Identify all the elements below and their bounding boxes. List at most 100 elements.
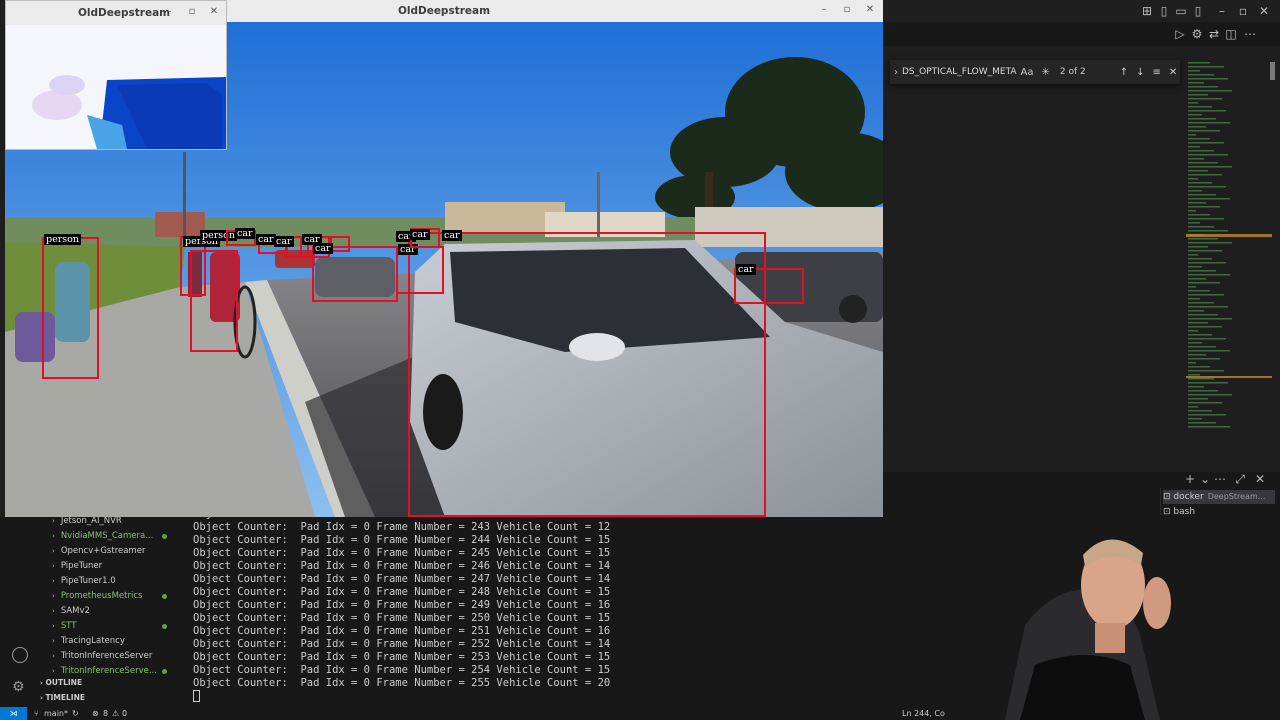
- explorer-folder-item[interactable]: › TritonInferenceServer: [52, 649, 152, 664]
- terminal-line: Object Counter: Pad Idx = 0 Frame Number…: [193, 547, 611, 559]
- explorer-folder-label: PipeTuner: [60, 561, 103, 571]
- terminal-line: Object Counter: Pad Idx = 0 Frame Number…: [193, 625, 611, 637]
- chevron-right-icon: ›: [52, 532, 55, 540]
- sync-icon[interactable]: ↻: [72, 707, 79, 720]
- close-icon[interactable]: ✕: [1257, 4, 1271, 18]
- explorer-folder-item[interactable]: › TracingLatency: [52, 634, 125, 649]
- maximize-icon[interactable]: ▫: [841, 4, 853, 16]
- close-find-icon[interactable]: ✕: [1169, 67, 1177, 78]
- outline-section[interactable]: › OUTLINE: [40, 676, 82, 690]
- warning-count[interactable]: 0: [122, 707, 127, 720]
- terminal-line: Object Counter: Pad Idx = 0 Frame Number…: [193, 664, 611, 676]
- explorer-folder-item[interactable]: › STT: [52, 619, 76, 634]
- warning-icon[interactable]: ⚠: [112, 707, 119, 720]
- terminal-line: Object Counter: Pad Idx = 0 Frame Number…: [193, 534, 611, 546]
- chevron-right-icon: ›: [52, 577, 55, 585]
- find-input[interactable]: DS_OPTICAL_FLOW_META: [902, 67, 1017, 77]
- branch-icon[interactable]: ⑂: [34, 707, 39, 720]
- chevron-right-icon: ›: [52, 607, 55, 615]
- branch-name[interactable]: main*: [44, 707, 68, 720]
- explorer-folder-label: TracingLatency: [60, 636, 125, 646]
- explorer-folder-item[interactable]: › SAMv2: [52, 604, 90, 619]
- remote-indicator[interactable]: ⋊: [0, 707, 27, 720]
- account-icon[interactable]: [12, 647, 28, 663]
- chevron-right-icon: ›: [52, 547, 55, 555]
- activity-bar: ⚙: [0, 517, 40, 707]
- terminal-line: Object Counter: Pad Idx = 0 Frame Number…: [193, 560, 611, 572]
- maximize-icon[interactable]: ▫: [186, 6, 198, 18]
- detection-label: car: [313, 243, 333, 254]
- toggle-secondary-sidebar-icon[interactable]: ▯: [1191, 4, 1205, 18]
- more-actions-icon[interactable]: ⋯: [1243, 27, 1257, 41]
- optical-flow-frame: [7, 25, 226, 149]
- explorer-folder-item[interactable]: › PipeTuner: [52, 559, 102, 574]
- explorer-folder-label: Opencv+Gstreamer: [60, 546, 146, 556]
- toggle-panel-icon[interactable]: ▭: [1174, 4, 1188, 18]
- detection-label: car: [235, 228, 255, 239]
- git-status-dot: [162, 669, 167, 674]
- terminal-line: Object Counter: Pad Idx = 0 Frame Number…: [193, 638, 611, 650]
- chevron-right-icon: ›: [52, 517, 55, 525]
- chevron-down-icon[interactable]: ⌄: [1198, 472, 1212, 486]
- explorer-folder-label: TritonInferenceServe...: [60, 666, 157, 676]
- toggle-sidebar-icon[interactable]: ▯: [1157, 4, 1171, 18]
- minimap-scrollbar[interactable]: [1270, 62, 1275, 80]
- detection-label: car: [256, 234, 276, 245]
- split-editor-icon[interactable]: ◫: [1224, 27, 1238, 41]
- git-status-dot: [162, 594, 167, 599]
- settings-icon[interactable]: ⚙: [1190, 27, 1204, 41]
- minimap[interactable]: [1186, 58, 1272, 428]
- explorer-folder-label: PipeTuner1.0: [60, 576, 116, 586]
- detection-label: car: [442, 230, 462, 241]
- webcam-feed: [945, 515, 1225, 720]
- explorer-folder-item[interactable]: › Opencv+Gstreamer: [52, 544, 145, 559]
- run-icon[interactable]: ▷: [1173, 27, 1187, 41]
- terminal-tab-docker[interactable]: ⊡ docker DeepStream...: [1163, 490, 1275, 504]
- match-case-toggle[interactable]: Aa: [1021, 67, 1034, 78]
- detection-label: car: [410, 229, 430, 240]
- detection-box: [408, 232, 766, 517]
- minimize-icon[interactable]: –: [1215, 4, 1229, 18]
- explorer-folder-label: STT: [60, 621, 77, 631]
- terminal-line: Object Counter: Pad Idx = 0 Frame Number…: [193, 573, 611, 585]
- detection-box: [190, 250, 238, 352]
- chevron-right-icon[interactable]: ›: [894, 67, 898, 78]
- find-in-selection-icon[interactable]: ≡: [1153, 67, 1161, 78]
- explorer-folder-item[interactable]: › PrometheusMetrics: [52, 589, 142, 604]
- maximize-icon[interactable]: ▫: [1236, 4, 1250, 18]
- find-widget: › DS_OPTICAL_FLOW_META Aa ✳ 2 of 2 ↑ ↓ ≡…: [890, 60, 1180, 84]
- detection-label: person: [44, 234, 81, 245]
- arrow-up-icon[interactable]: ↑: [1120, 67, 1128, 78]
- customize-layout-icon[interactable]: ⊞: [1140, 4, 1154, 18]
- explorer-folder-label: Jetson_AI_NVR: [60, 516, 122, 526]
- error-count[interactable]: 8: [103, 707, 108, 720]
- close-panel-icon[interactable]: ✕: [1253, 472, 1267, 486]
- manage-gear-icon[interactable]: ⚙: [12, 679, 25, 695]
- terminal-line: Object Counter: Pad Idx = 0 Frame Number…: [193, 521, 611, 533]
- terminal-line: Object Counter: Pad Idx = 0 Frame Number…: [193, 651, 611, 663]
- compare-icon[interactable]: ⇄: [1207, 27, 1221, 41]
- chevron-right-icon: ›: [52, 562, 55, 570]
- maximize-panel-icon[interactable]: ⤢: [1233, 472, 1247, 486]
- new-terminal-icon[interactable]: +: [1183, 472, 1197, 486]
- explorer-folder-item[interactable]: › PipeTuner1.0: [52, 574, 116, 589]
- explorer-folder-label: PrometheusMetrics: [60, 591, 143, 601]
- arrow-down-icon[interactable]: ↓: [1136, 67, 1144, 78]
- git-status-dot: [162, 624, 167, 629]
- terminal-line: Object Counter: Pad Idx = 0 Frame Number…: [193, 599, 611, 611]
- error-icon[interactable]: ⊗: [92, 707, 99, 720]
- terminal-cursor: [193, 690, 200, 702]
- timeline-section[interactable]: › TIMELINE: [40, 691, 85, 705]
- detection-box: [42, 237, 99, 379]
- chevron-right-icon: ›: [52, 667, 55, 675]
- close-icon[interactable]: ✕: [208, 6, 220, 18]
- close-icon[interactable]: ✕: [864, 4, 876, 16]
- explorer-folder-label: TritonInferenceServer: [60, 651, 153, 661]
- minimize-icon[interactable]: –: [163, 6, 175, 18]
- more-icon[interactable]: ⋯: [1213, 472, 1227, 486]
- explorer-folder-label: NvidiaMMS_Camera...: [60, 531, 154, 541]
- regex-icon[interactable]: ✳: [1042, 67, 1050, 78]
- minimize-icon[interactable]: –: [818, 4, 830, 16]
- explorer-folder-item[interactable]: › NvidiaMMS_Camera...: [52, 529, 153, 544]
- terminal-line: Object Counter: Pad Idx = 0 Frame Number…: [193, 677, 611, 689]
